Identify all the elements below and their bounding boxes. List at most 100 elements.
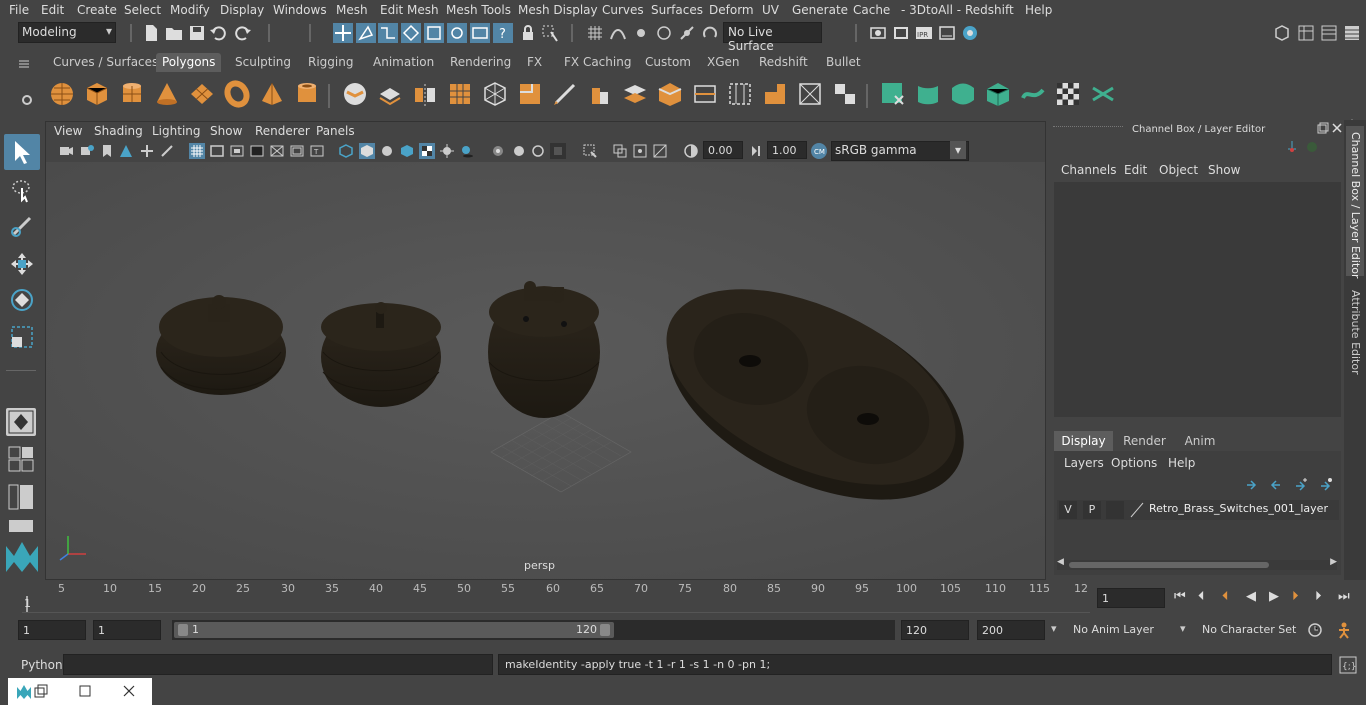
shelf-tab-rigging[interactable]: Rigging <box>302 53 359 72</box>
exposure-input[interactable] <box>703 141 743 159</box>
menu-3dtoall[interactable]: - 3DtoAll - <box>901 3 961 17</box>
move-layer-down-icon[interactable] <box>1268 477 1282 491</box>
separate-icon[interactable] <box>376 80 404 108</box>
attribute-panel-toggle-icon[interactable] <box>1319 23 1339 43</box>
menu-edit-mesh[interactable]: Edit Mesh <box>380 3 439 17</box>
poly-cube-icon[interactable] <box>83 80 111 108</box>
gamma-icon[interactable] <box>748 143 764 159</box>
render-current-frame-icon[interactable] <box>891 23 911 43</box>
bevel-icon[interactable] <box>656 80 684 108</box>
mirror-icon[interactable] <box>411 80 439 108</box>
menu-curves[interactable]: Curves <box>602 3 644 17</box>
time-slider[interactable]: 1 5 10 15 20 25 30 35 40 45 50 55 60 65 … <box>0 580 1366 616</box>
channels-object-menu[interactable]: Object <box>1159 163 1198 177</box>
snap-to-projected-center-icon[interactable] <box>654 23 674 43</box>
snap-to-curves-icon[interactable] <box>608 23 628 43</box>
viewport-menu-shading[interactable]: Shading <box>94 124 143 138</box>
layer-color-swatch-icon[interactable] <box>1129 502 1145 518</box>
scroll-right-icon[interactable]: ▶ <box>1330 557 1337 567</box>
channels-show-menu[interactable]: Show <box>1208 163 1240 177</box>
scroll-left-icon[interactable]: ◀ <box>1057 557 1064 567</box>
layer-tab-render[interactable]: Render <box>1117 431 1172 451</box>
select-object-icon[interactable] <box>356 23 376 43</box>
modeling-toolkit-icon[interactable] <box>1296 23 1316 43</box>
shelf-tab-fx-caching[interactable]: FX Caching <box>558 53 637 72</box>
append-polygon-icon[interactable] <box>761 80 789 108</box>
snap-to-points-icon[interactable] <box>631 23 651 43</box>
viewport-menu-lighting[interactable]: Lighting <box>152 124 201 138</box>
film-gate-icon[interactable] <box>209 143 225 159</box>
screen-space-ao-icon[interactable] <box>490 143 506 159</box>
outliner-layout-icon[interactable] <box>6 518 36 534</box>
layer-options-menu[interactable]: Options <box>1111 456 1157 470</box>
move-tool-icon[interactable] <box>8 250 36 278</box>
lock-icon[interactable] <box>518 23 538 43</box>
float-panel-icon[interactable] <box>1317 122 1329 134</box>
script-editor-icon[interactable]: {;} <box>1339 656 1357 674</box>
shelf-tab-bullet[interactable]: Bullet <box>820 53 867 72</box>
viewport-menu-panels[interactable]: Panels <box>316 124 355 138</box>
xray-joints-icon[interactable] <box>632 143 648 159</box>
uv-spherical-icon[interactable] <box>949 80 977 108</box>
command-input[interactable] <box>63 654 493 675</box>
channel-box-toggle-icon[interactable] <box>1342 23 1362 43</box>
uv-checker-icon[interactable] <box>1054 80 1082 108</box>
menu-mesh-tools[interactable]: Mesh Tools <box>446 3 511 17</box>
go-to-end-icon[interactable]: ⏭ <box>1338 589 1350 604</box>
bridge-icon[interactable] <box>621 80 649 108</box>
close-window-icon[interactable] <box>122 684 136 698</box>
viewport-menu-view[interactable]: View <box>54 124 82 138</box>
open-scene-icon[interactable] <box>164 23 184 43</box>
auto-key-icon[interactable] <box>1307 622 1323 638</box>
current-frame-input[interactable] <box>1097 588 1165 608</box>
make-live-icon[interactable] <box>700 23 720 43</box>
viewport-menu-show[interactable]: Show <box>210 124 242 138</box>
shelf-tab-redshift[interactable]: Redshift <box>753 53 814 72</box>
target-weld-icon[interactable] <box>796 80 824 108</box>
select-hierarchy-icon[interactable] <box>333 23 353 43</box>
shelf-menu-icon[interactable] <box>18 58 30 70</box>
ipr-render-icon[interactable]: IPR <box>914 23 934 43</box>
layer-tab-anim[interactable]: Anim <box>1175 431 1225 451</box>
uv-planar-icon[interactable] <box>879 80 907 108</box>
new-layer-from-selection-icon[interactable] <box>1319 477 1333 491</box>
field-chart-icon[interactable] <box>269 143 285 159</box>
maximize-icon[interactable] <box>78 684 92 698</box>
snap-to-grids-icon[interactable] <box>585 23 605 43</box>
step-forward-key-icon[interactable]: ⏵ <box>1292 589 1299 604</box>
color-management-icon[interactable]: CM <box>810 142 828 160</box>
channel-list[interactable] <box>1054 182 1341 417</box>
character-set-dropdown[interactable]: No Character Set <box>1197 620 1297 640</box>
multisample-aa-icon[interactable] <box>530 143 546 159</box>
viewport-menu-renderer[interactable]: Renderer <box>255 124 310 138</box>
isolate-select-icon[interactable] <box>582 143 598 159</box>
single-perspective-layout-icon[interactable] <box>6 408 36 436</box>
viewport-panel[interactable]: View Shading Lighting Show Renderer Pane… <box>45 121 1046 580</box>
range-slider-track[interactable]: 1 120 <box>172 620 895 640</box>
smooth-shade-icon[interactable] <box>359 143 375 159</box>
step-back-key-icon[interactable]: ⏴ <box>1222 589 1229 604</box>
menu-mesh[interactable]: Mesh <box>336 3 368 17</box>
wireframe-icon[interactable] <box>338 143 354 159</box>
menu-edit[interactable]: Edit <box>41 3 64 17</box>
color-space-dropdown[interactable]: sRGB gamma ▾ <box>831 141 969 161</box>
anim-layer-dropdown[interactable]: No Anim Layer <box>1068 620 1178 640</box>
playback-end-input[interactable] <box>901 620 969 640</box>
shelf-tab-animation[interactable]: Animation <box>367 53 440 72</box>
brass-switch-2[interactable] <box>321 302 441 407</box>
snap-to-view-planes-icon[interactable] <box>677 23 697 43</box>
poly-sphere-icon[interactable] <box>48 80 76 108</box>
xray-components-icon[interactable] <box>652 143 668 159</box>
range-start-grip[interactable] <box>178 624 188 636</box>
close-icon[interactable] <box>1331 122 1343 134</box>
multi-cut-icon[interactable] <box>551 80 579 108</box>
3d-scene[interactable]: persp <box>46 162 1045 579</box>
safe-action-icon[interactable] <box>289 143 305 159</box>
gamma-input[interactable] <box>767 141 807 159</box>
poly-cone-icon[interactable] <box>153 80 181 108</box>
shelf-tab-xgen[interactable]: XGen <box>701 53 746 72</box>
rotate-tool-icon[interactable] <box>8 286 36 314</box>
poly-cylinder-icon[interactable] <box>118 80 146 108</box>
move-layer-up-icon[interactable] <box>1245 477 1259 491</box>
merge-icon[interactable] <box>831 80 859 108</box>
